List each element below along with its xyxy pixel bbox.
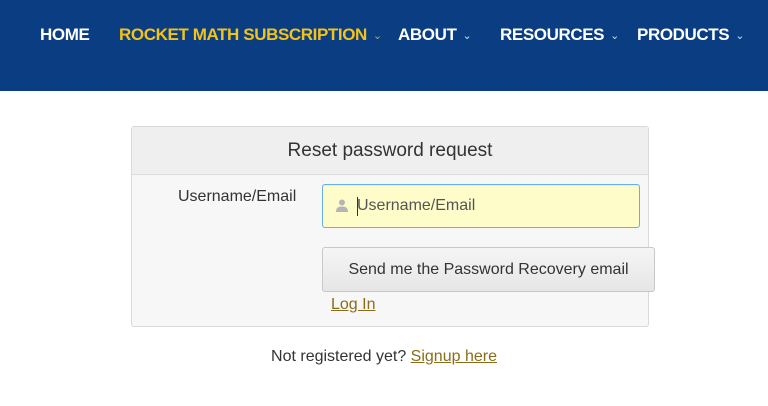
panel-title: Reset password request bbox=[132, 127, 648, 175]
not-registered-text: Not registered yet? bbox=[271, 348, 407, 365]
top-navbar: HOME ROCKET MATH SUBSCRIPTION ⌄ ABOUT ⌄ … bbox=[0, 0, 768, 91]
nav-item-label: ABOUT bbox=[398, 25, 457, 44]
signup-link[interactable]: Signup here bbox=[411, 348, 497, 365]
nav-item-resources[interactable]: RESOURCES ⌄ bbox=[500, 22, 619, 48]
nav-item-label: HOME bbox=[40, 25, 90, 44]
signup-prompt: Not registered yet? Signup here bbox=[0, 348, 768, 366]
reset-password-panel: Reset password request Username/Email Se… bbox=[131, 126, 655, 327]
nav-item-home[interactable]: HOME bbox=[40, 22, 90, 48]
chevron-down-icon: ⌄ bbox=[610, 29, 619, 42]
user-icon bbox=[336, 199, 348, 212]
chevron-down-icon: ⌄ bbox=[462, 29, 472, 42]
text-caret bbox=[357, 197, 358, 216]
username-email-input[interactable] bbox=[357, 185, 633, 227]
log-in-link[interactable]: Log In bbox=[331, 296, 375, 314]
nav-item-label: ROCKET MATH SUBSCRIPTION bbox=[119, 25, 367, 44]
nav-item-label: RESOURCES bbox=[500, 25, 605, 44]
username-email-field[interactable] bbox=[322, 184, 640, 228]
nav-item-products[interactable]: PRODUCTS ⌄ bbox=[637, 22, 744, 48]
username-email-label: Username/Email bbox=[178, 188, 297, 205]
send-recovery-email-button[interactable]: Send me the Password Recovery email bbox=[322, 247, 655, 292]
nav-item-about[interactable]: ABOUT ⌄ bbox=[398, 22, 472, 48]
nav-item-rocket-math-subscription[interactable]: ROCKET MATH SUBSCRIPTION ⌄ bbox=[119, 22, 382, 48]
nav-item-label: PRODUCTS bbox=[637, 25, 730, 44]
chevron-down-icon: ⌄ bbox=[735, 29, 745, 42]
chevron-down-icon: ⌄ bbox=[372, 29, 382, 42]
